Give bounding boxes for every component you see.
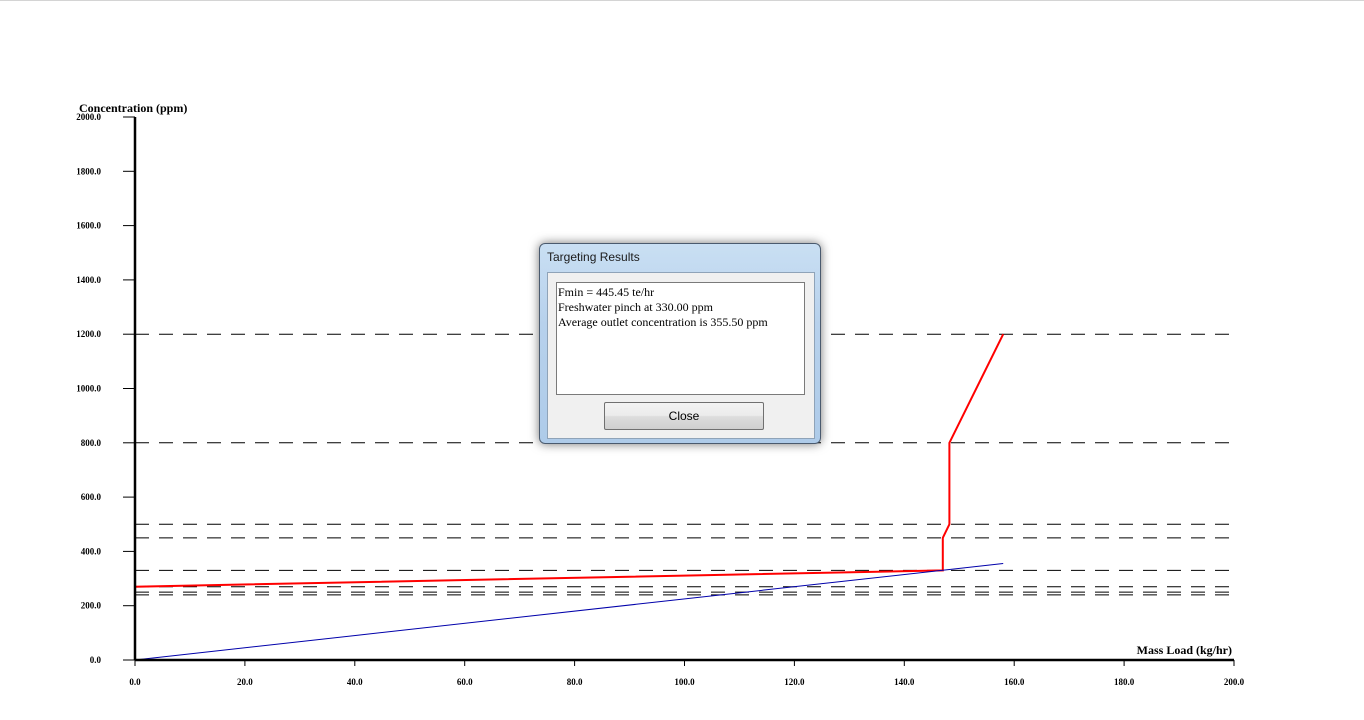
- y-tick-label: 1200.0: [76, 329, 101, 339]
- x-tick-label: 180.0: [1114, 677, 1135, 687]
- y-tick-label: 200.0: [81, 601, 102, 611]
- x-tick-label: 100.0: [674, 677, 695, 687]
- y-tick-label: 1000.0: [76, 384, 101, 394]
- dialog-title: Targeting Results: [547, 250, 640, 264]
- dialog-body: Fmin = 445.45 te/hr Freshwater pinch at …: [547, 272, 815, 439]
- close-button[interactable]: Close: [604, 402, 764, 430]
- y-axis-title: Concentration (ppm): [79, 101, 187, 115]
- y-tick-label: 400.0: [81, 546, 102, 556]
- y-tick-label: 800.0: [81, 438, 102, 448]
- x-tick-label: 80.0: [567, 677, 583, 687]
- result-line-fmin: Fmin = 445.45 te/hr: [558, 285, 655, 299]
- x-tick-label: 160.0: [1004, 677, 1025, 687]
- y-tick-label: 1600.0: [76, 221, 101, 231]
- x-axis-title: Mass Load (kg/hr): [1137, 643, 1232, 657]
- results-textbox[interactable]: Fmin = 445.45 te/hr Freshwater pinch at …: [556, 282, 805, 395]
- x-tick-label: 140.0: [894, 677, 915, 687]
- x-tick-label: 20.0: [237, 677, 253, 687]
- x-tick-label: 0.0: [129, 677, 141, 687]
- result-line-outlet: Average outlet concentration is 355.50 p…: [558, 315, 768, 329]
- result-line-pinch: Freshwater pinch at 330.00 ppm: [558, 300, 713, 314]
- x-tick-label: 60.0: [457, 677, 473, 687]
- y-tick-label: 1400.0: [76, 275, 101, 285]
- targeting-results-dialog[interactable]: Targeting Results Fmin = 445.45 te/hr Fr…: [539, 243, 821, 444]
- y-tick-label: 0.0: [90, 655, 102, 665]
- x-tick-label: 120.0: [784, 677, 805, 687]
- x-tick-label: 200.0: [1224, 677, 1245, 687]
- y-tick-label: 600.0: [81, 492, 102, 502]
- x-tick-label: 40.0: [347, 677, 363, 687]
- y-tick-label: 1800.0: [76, 166, 101, 176]
